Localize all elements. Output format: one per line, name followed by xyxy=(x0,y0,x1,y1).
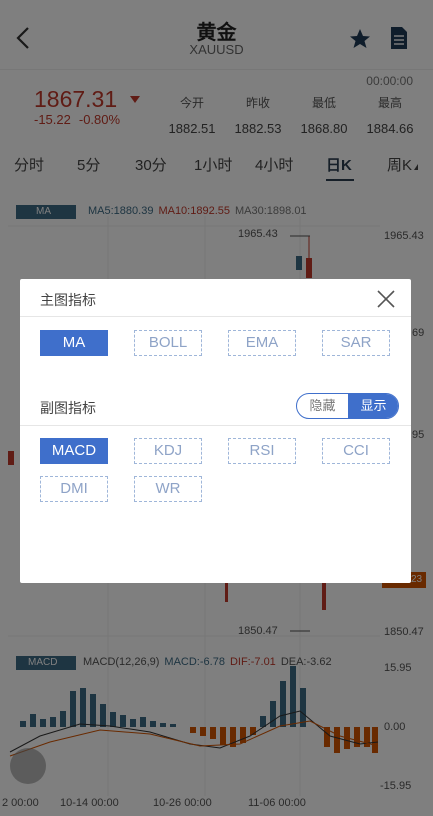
indicator-kdj[interactable]: KDJ xyxy=(134,438,202,464)
screen: 黄金 XAUUSD 1867.31 -15.22-0.80% 00:00:00 … xyxy=(0,0,433,816)
sub-indicator-title: 副图指标 xyxy=(40,400,96,416)
main-indicator-title: 主图指标 xyxy=(40,292,96,308)
divider xyxy=(20,425,411,426)
indicator-cci[interactable]: CCI xyxy=(322,438,390,464)
indicator-ma[interactable]: MA xyxy=(40,330,108,356)
indicator-dmi[interactable]: DMI xyxy=(40,476,108,502)
toggle-hide[interactable]: 隐藏 xyxy=(297,394,348,418)
indicator-sar[interactable]: SAR xyxy=(322,330,390,356)
indicator-settings-dialog: 主图指标 MA BOLL EMA SAR 副图指标 隐藏 显示 MACD KDJ… xyxy=(20,279,411,583)
indicator-ema[interactable]: EMA xyxy=(228,330,296,356)
indicator-rsi[interactable]: RSI xyxy=(228,438,296,464)
indicator-boll[interactable]: BOLL xyxy=(134,330,202,356)
sub-chart-toggle[interactable]: 隐藏 显示 xyxy=(296,393,399,419)
indicator-macd[interactable]: MACD xyxy=(40,438,108,464)
indicator-wr[interactable]: WR xyxy=(134,476,202,502)
divider xyxy=(20,316,411,317)
toggle-show[interactable]: 显示 xyxy=(348,394,398,418)
close-icon[interactable] xyxy=(374,287,398,311)
